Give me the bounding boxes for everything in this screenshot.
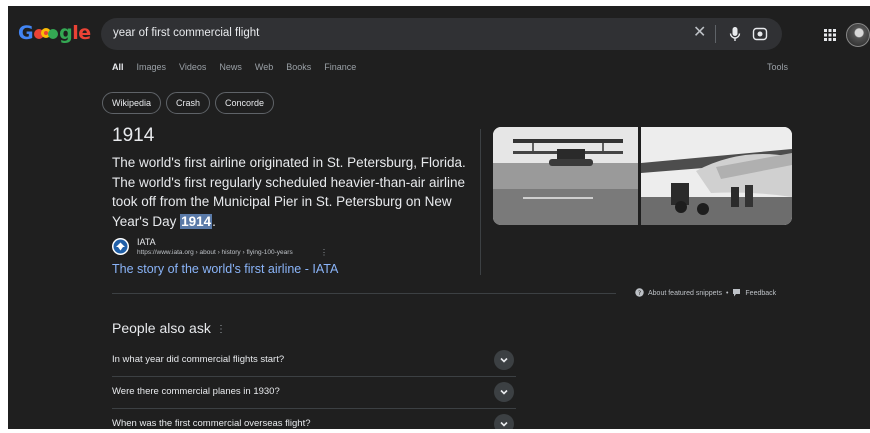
section-divider xyxy=(112,293,616,294)
snippet-divider xyxy=(480,129,481,275)
apps-grid-icon[interactable] xyxy=(824,28,836,46)
tab-videos[interactable]: Videos xyxy=(179,62,206,72)
feedback-link[interactable]: Feedback xyxy=(745,290,776,297)
iata-favicon[interactable] xyxy=(112,238,129,255)
search-results-page: G gle year of first commercial flight ✕ … xyxy=(8,6,870,429)
tab-images[interactable]: Images xyxy=(137,62,167,72)
footer-separator: • xyxy=(725,290,729,297)
about-featured-snippets-link[interactable]: About featured snippets xyxy=(648,290,722,297)
more-options-icon[interactable]: ⋮ xyxy=(216,324,226,335)
feedback-icon xyxy=(732,288,741,299)
tab-all[interactable]: All xyxy=(112,62,124,72)
search-box[interactable]: year of first commercial flight ✕ xyxy=(101,18,782,50)
airliner-photo[interactable] xyxy=(641,127,792,225)
search-tabs: All Images Videos News Web Books Finance xyxy=(112,62,356,72)
chip-concorde[interactable]: Concorde xyxy=(215,92,275,114)
paa-question-text: In what year did commercial flights star… xyxy=(112,354,285,365)
snippet-footer: ? About featured snippets • Feedback xyxy=(635,288,776,299)
result-link[interactable]: The story of the world's first airline -… xyxy=(112,262,338,276)
highlighted-answer: 1914 xyxy=(180,213,213,229)
account-avatar[interactable] xyxy=(846,23,870,47)
search-divider xyxy=(715,25,716,43)
people-also-ask-title: People also ask xyxy=(112,320,211,336)
doodle-icon xyxy=(33,24,59,40)
paa-question[interactable]: In what year did commercial flights star… xyxy=(112,344,516,377)
paa-question-text: Were there commercial planes in 1930? xyxy=(112,386,280,397)
google-logo[interactable]: G gle xyxy=(18,22,91,44)
help-circle-icon: ? xyxy=(635,288,644,299)
seaplane-photo[interactable] xyxy=(493,127,638,225)
tab-books[interactable]: Books xyxy=(286,62,311,72)
featured-answer: 1914 xyxy=(112,125,155,146)
chevron-down-icon[interactable] xyxy=(494,350,514,370)
tab-finance[interactable]: Finance xyxy=(324,62,356,72)
paa-question[interactable]: Were there commercial planes in 1930? xyxy=(112,376,516,409)
chevron-down-icon[interactable] xyxy=(494,382,514,402)
svg-text:?: ? xyxy=(638,289,641,297)
tab-news[interactable]: News xyxy=(219,62,242,72)
featured-snippet-text: The world's first airline originated in … xyxy=(112,155,466,229)
camera-lens-icon[interactable] xyxy=(752,26,768,47)
search-input[interactable]: year of first commercial flight xyxy=(113,27,259,39)
more-options-icon[interactable]: ⋮ xyxy=(320,248,328,257)
source-name[interactable]: IATA xyxy=(137,237,156,247)
chip-wikipedia[interactable]: Wikipedia xyxy=(102,92,162,114)
tools-button[interactable]: Tools xyxy=(767,62,788,72)
chevron-down-icon[interactable] xyxy=(494,414,514,429)
paa-question-text: When was the first commercial overseas f… xyxy=(112,418,311,429)
tab-web[interactable]: Web xyxy=(255,62,273,72)
microphone-icon[interactable] xyxy=(729,26,741,47)
source-url[interactable]: https://www.iata.org › about › history ›… xyxy=(137,249,293,256)
clear-icon[interactable]: ✕ xyxy=(693,25,706,41)
chip-crash[interactable]: Crash xyxy=(166,92,211,114)
paa-question[interactable]: When was the first commercial overseas f… xyxy=(112,408,516,429)
refinement-chips: Wikipedia Crash Concorde xyxy=(102,92,275,114)
